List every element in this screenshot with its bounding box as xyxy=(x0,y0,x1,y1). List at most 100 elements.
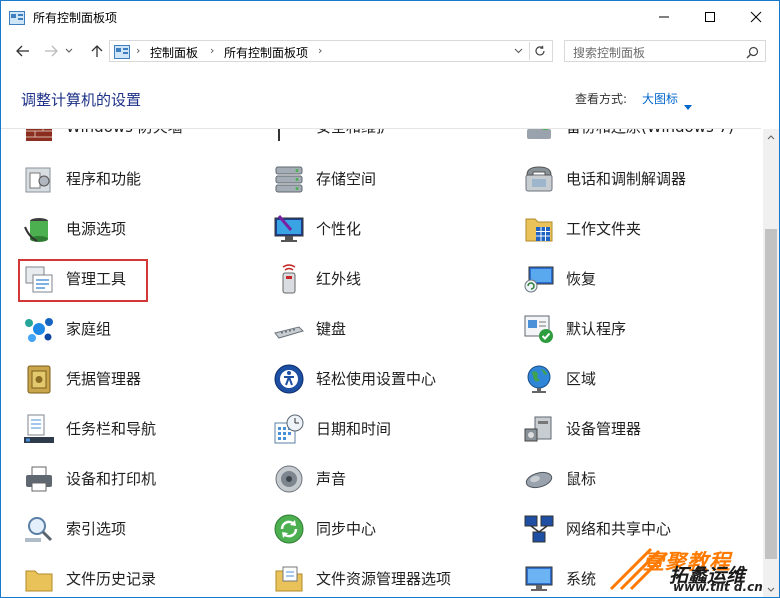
maximize-button[interactable] xyxy=(687,1,733,33)
item-taskbar-navigation[interactable]: 任务栏和导航 xyxy=(23,409,263,449)
backup-icon xyxy=(527,129,551,139)
infrared-icon xyxy=(282,264,296,294)
item-infrared[interactable]: 红外线 xyxy=(273,259,513,299)
item-indexing-options[interactable]: 索引选项 xyxy=(23,509,263,549)
taskbar-icon xyxy=(24,414,54,443)
forward-button[interactable] xyxy=(41,41,61,61)
control-panel-icon xyxy=(114,44,130,63)
back-button[interactable] xyxy=(13,41,33,61)
scroll-up-button[interactable] xyxy=(763,129,779,145)
default-programs-icon xyxy=(524,315,553,343)
item-ease-of-access[interactable]: 轻松使用设置中心 xyxy=(273,359,513,399)
items-panel: Windows 防火墙 安全和维护 备份和还原(Windows 7) 程序和功能… xyxy=(1,129,763,597)
item-label: 系统 xyxy=(566,570,597,588)
scroll-down-button[interactable] xyxy=(763,581,779,597)
address-dropdown-button[interactable] xyxy=(510,43,526,59)
up-button[interactable] xyxy=(87,41,107,61)
item-recovery[interactable]: 恢复 xyxy=(523,259,763,299)
search-placeholder: 搜索控制面板 xyxy=(573,46,646,60)
minimize-icon xyxy=(659,16,669,18)
item-device-manager[interactable]: 设备管理器 xyxy=(523,409,763,449)
view-by-dropdown[interactable]: 大图标 xyxy=(642,90,678,107)
item-homegroup[interactable]: 家庭组 xyxy=(23,309,263,349)
sync-icon xyxy=(274,514,304,544)
search-input[interactable]: 搜索控制面板 xyxy=(564,40,766,62)
control-panel-window: 所有控制面板项 › 控制面板 › 所有控制面板项 › 搜索控制面板 调整计算机的… xyxy=(0,0,780,598)
item-default-programs[interactable]: 默认程序 xyxy=(523,309,763,349)
vertical-scrollbar[interactable] xyxy=(763,129,779,597)
item-label: 家庭组 xyxy=(66,320,112,338)
item-label: 日期和时间 xyxy=(316,420,392,438)
close-button[interactable] xyxy=(733,1,779,33)
item-programs-features[interactable]: 程序和功能 xyxy=(23,159,263,199)
item-devices-printers[interactable]: 设备和打印机 xyxy=(23,459,263,499)
item-personalization[interactable]: 个性化 xyxy=(273,209,513,249)
chevron-down-icon xyxy=(514,48,522,54)
recent-locations-button[interactable] xyxy=(63,41,75,61)
item-label: 电源选项 xyxy=(66,220,127,238)
item-label: 设备管理器 xyxy=(566,420,642,438)
item-label: 区域 xyxy=(566,370,597,388)
chevron-right-icon[interactable]: › xyxy=(136,44,140,57)
item-label: 网络和共享中心 xyxy=(566,520,672,538)
homegroup-icon xyxy=(25,318,53,342)
item-label: 键盘 xyxy=(316,320,347,338)
breadcrumb-all-items[interactable]: 所有控制面板项 xyxy=(224,44,308,61)
item-file-history[interactable]: 文件历史记录 xyxy=(23,559,263,597)
item-region[interactable]: 区域 xyxy=(523,359,763,399)
flag-icon xyxy=(278,129,280,141)
safe-icon xyxy=(27,365,51,394)
arrow-up-icon xyxy=(91,45,103,57)
item-work-folders[interactable]: 工作文件夹 xyxy=(523,209,763,249)
caret-down-icon[interactable] xyxy=(684,95,692,114)
scrollbar-thumb[interactable] xyxy=(765,229,777,559)
device-manager-icon xyxy=(524,416,552,442)
monitor-brush-icon xyxy=(274,215,304,242)
item-keyboard[interactable]: 键盘 xyxy=(273,309,513,349)
folder-options-icon xyxy=(275,566,303,592)
address-bar[interactable]: › 控制面板 › 所有控制面板项 › xyxy=(109,40,553,62)
item-label: 安全和维护 xyxy=(316,129,391,137)
item-sync-center[interactable]: 同步中心 xyxy=(273,509,513,549)
minimize-button[interactable] xyxy=(641,1,687,33)
search-icon[interactable] xyxy=(746,44,759,63)
item-sound[interactable]: 声音 xyxy=(273,459,513,499)
chevron-down-icon xyxy=(767,587,775,592)
refresh-button[interactable] xyxy=(529,42,550,60)
chevron-right-icon[interactable]: › xyxy=(318,44,322,57)
network-icon xyxy=(524,515,554,543)
item-security-maintenance[interactable]: 安全和维护 xyxy=(273,129,513,147)
item-power-options[interactable]: 电源选项 xyxy=(23,209,263,249)
item-storage-spaces[interactable]: 存储空间 xyxy=(273,159,513,199)
item-label: 声音 xyxy=(316,470,347,488)
item-label: 工作文件夹 xyxy=(566,220,642,238)
folder-icon xyxy=(25,570,53,592)
breadcrumb-control-panel[interactable]: 控制面板 xyxy=(150,44,198,61)
item-label: 程序和功能 xyxy=(66,170,142,188)
item-phone-modem[interactable]: 电话和调制解调器 xyxy=(523,159,763,199)
close-icon xyxy=(750,11,762,23)
item-date-time[interactable]: 日期和时间 xyxy=(273,409,513,449)
arrow-left-icon xyxy=(16,45,29,57)
highlight-box xyxy=(18,259,148,302)
globe-icon xyxy=(527,365,551,393)
keyboard-icon xyxy=(274,326,304,339)
item-label: 红外线 xyxy=(316,270,362,288)
page-title: 调整计算机的设置 xyxy=(21,91,142,109)
item-label: 恢复 xyxy=(566,270,597,288)
view-by-label: 查看方式: xyxy=(575,92,628,106)
chevron-right-icon[interactable]: › xyxy=(210,44,214,57)
item-label: 个性化 xyxy=(316,220,362,238)
firewall-icon xyxy=(26,129,52,141)
item-label: 索引选项 xyxy=(66,520,127,538)
item-credential-manager[interactable]: 凭据管理器 xyxy=(23,359,263,399)
storage-icon xyxy=(275,166,303,193)
item-label: 同步中心 xyxy=(316,520,377,538)
item-file-explorer-options[interactable]: 文件资源管理器选项 xyxy=(273,559,513,597)
item-windows-firewall[interactable]: Windows 防火墙 xyxy=(23,129,263,147)
calendar-clock-icon xyxy=(274,414,304,444)
title-bar[interactable]: 所有控制面板项 xyxy=(1,1,779,33)
item-mouse[interactable]: 鼠标 xyxy=(523,459,763,499)
item-label: 凭据管理器 xyxy=(66,370,142,388)
item-backup-restore[interactable]: 备份和还原(Windows 7) xyxy=(523,129,763,147)
